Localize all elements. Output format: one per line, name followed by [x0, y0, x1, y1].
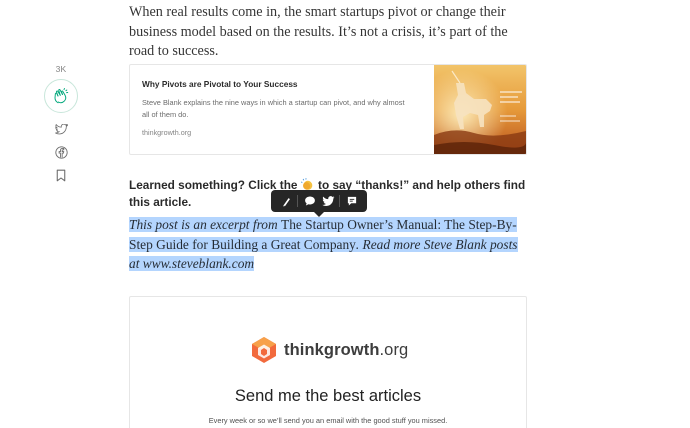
excerpt-intro: This post is an excerpt from	[129, 217, 282, 232]
article-paragraph: When real results come in, the smart sta…	[129, 4, 508, 59]
excerpt-paragraph: This post is an excerpt from The Startup…	[129, 215, 529, 274]
card-text: Why Pivots are Pivotal to Your Success S…	[130, 65, 434, 154]
brand-name-main: thinkgrowth	[284, 340, 380, 359]
twitter-icon	[54, 123, 68, 134]
clap-button[interactable]	[44, 79, 78, 113]
card-domain: thinkgrowth.org	[142, 128, 192, 137]
bookmark-icon	[56, 169, 66, 181]
highlight-icon	[282, 197, 290, 206]
signup-title: Send me the best articles	[234, 387, 422, 405]
unicorn-thumbnail-image	[434, 65, 526, 154]
card-description: Steve Blank explains the nine ways in wh…	[142, 98, 405, 119]
brand-logo: thinkgrowth.org	[250, 336, 408, 364]
brand-name-suffix: .org	[379, 340, 409, 359]
clap-count: 3K	[55, 64, 67, 74]
twitter-share-link[interactable]	[54, 122, 68, 136]
respond-button[interactable]	[303, 194, 317, 208]
highlight-menu	[271, 190, 367, 217]
card-title: Why Pivots are Pivotal to Your Success	[142, 79, 298, 89]
private-note-icon	[347, 196, 356, 206]
thinkgrowth-logo-icon	[252, 337, 276, 363]
private-note-button[interactable]	[345, 194, 359, 208]
clap-icon	[54, 88, 69, 104]
facebook-icon	[54, 145, 68, 159]
bookmark-button[interactable]	[54, 168, 68, 182]
linked-article-card[interactable]: Why Pivots are Pivotal to Your Success S…	[129, 64, 527, 155]
newsletter-signup-card: thinkgrowth.org Send me the best article…	[129, 296, 527, 428]
signup-subtitle: Every week or so we’ll send you an email…	[208, 416, 448, 425]
brand-name: thinkgrowth.org	[284, 341, 408, 360]
twitter-share-icon	[321, 195, 335, 206]
engagement-rail: 3K	[44, 64, 78, 182]
toolbar-divider	[297, 195, 299, 207]
response-icon	[304, 196, 315, 206]
toolbar-divider	[339, 195, 341, 207]
tweet-selection-button[interactable]	[321, 194, 335, 208]
facebook-share-link[interactable]	[54, 145, 68, 159]
highlight-button[interactable]	[279, 194, 293, 208]
